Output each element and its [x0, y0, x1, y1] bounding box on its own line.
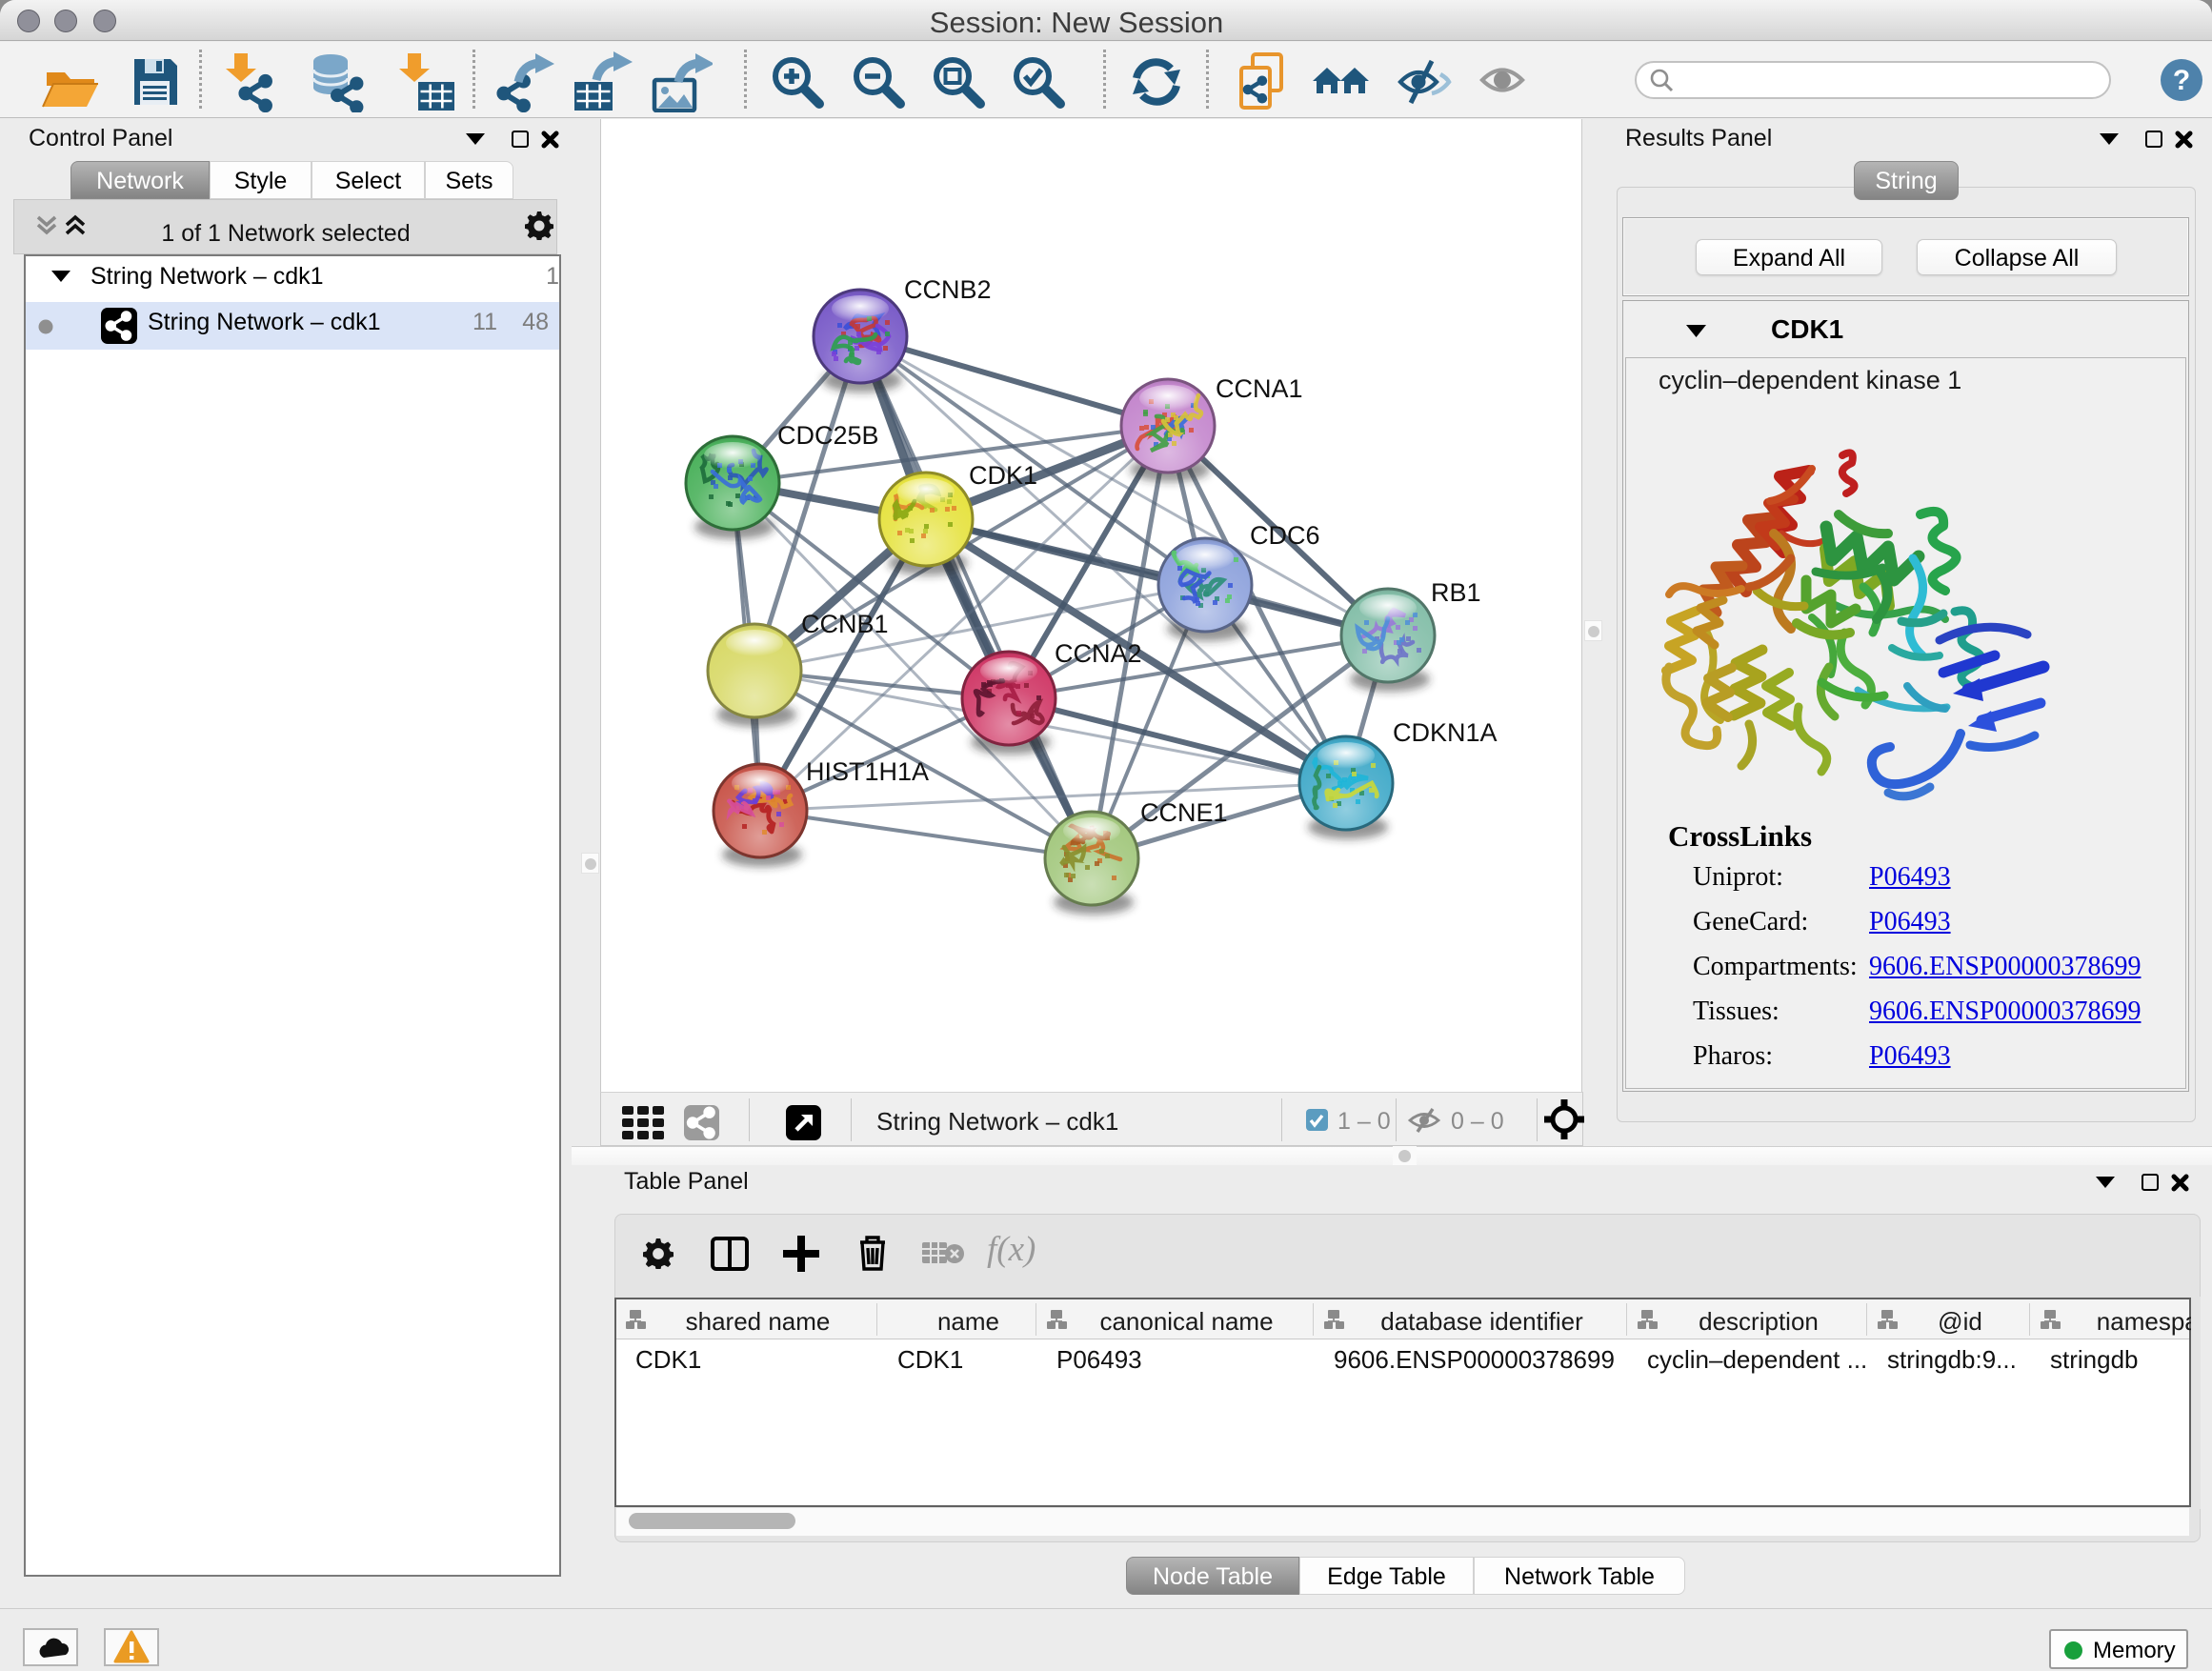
svg-text:CDC6: CDC6 [1250, 521, 1320, 550]
svg-text:CDK1: CDK1 [969, 461, 1037, 490]
svg-text:?: ? [2173, 65, 2190, 96]
svg-text:CCNB2: CCNB2 [904, 275, 992, 304]
svg-text:CDC25B: CDC25B [777, 421, 879, 450]
svg-text:CCNB1: CCNB1 [801, 610, 889, 638]
svg-text:CCNE1: CCNE1 [1140, 798, 1228, 827]
svg-text:CCNA1: CCNA1 [1216, 374, 1303, 403]
svg-text:RB1: RB1 [1431, 578, 1481, 607]
svg-text:CCNA2: CCNA2 [1055, 639, 1142, 668]
svg-text:CDKN1A: CDKN1A [1393, 718, 1498, 747]
svg-text:HIST1H1A: HIST1H1A [806, 757, 929, 786]
